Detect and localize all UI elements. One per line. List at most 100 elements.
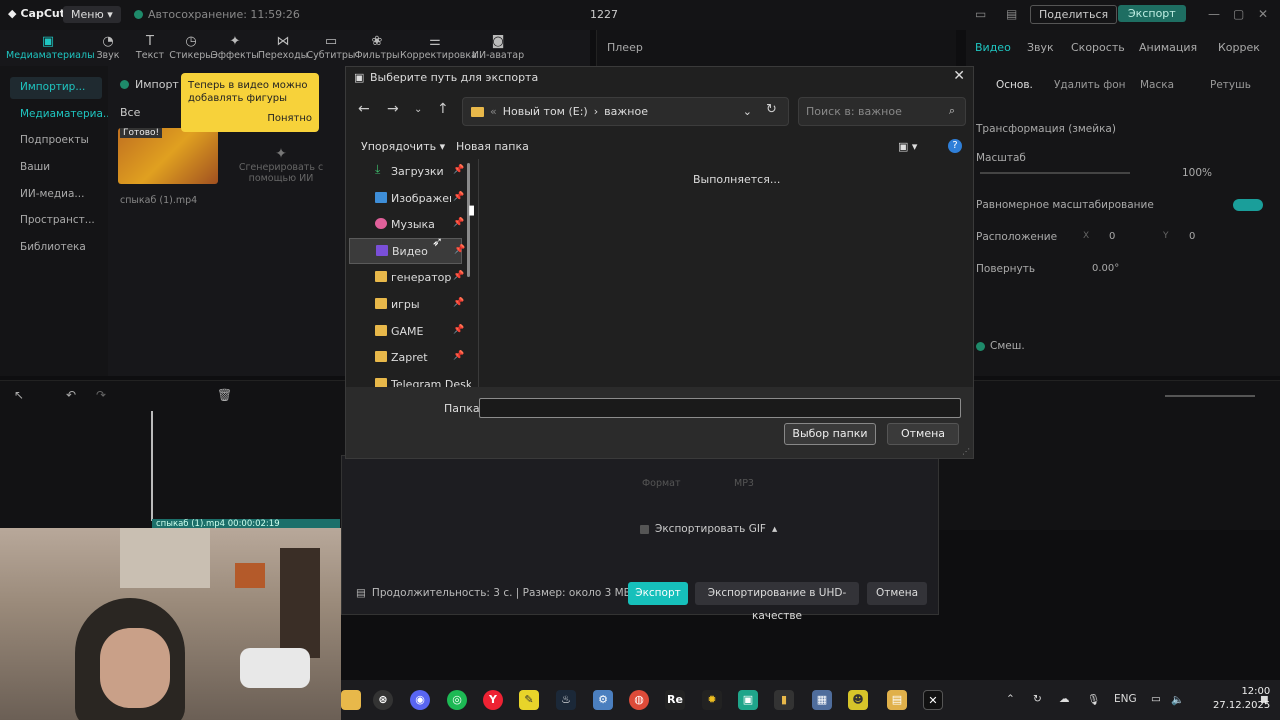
nav-ai-media[interactable]: ИИ-медиа... xyxy=(10,184,102,206)
export-uhd-button[interactable]: Экспортирование в UHD-качестве xyxy=(695,582,859,622)
export-confirm-button[interactable]: Экспорт xyxy=(628,582,688,605)
forward-icon[interactable]: → xyxy=(387,101,399,117)
path-root[interactable]: Новый том (E:) xyxy=(503,105,588,118)
pos-x-value[interactable]: 0 xyxy=(1109,231,1115,242)
folder-input[interactable] xyxy=(479,398,961,418)
steering-app-icon[interactable]: ⊛ xyxy=(373,690,393,710)
generate-ai-button[interactable]: ✦ Сгенерировать с помощью ИИ xyxy=(228,128,334,184)
tab-speed[interactable]: Скорость xyxy=(1071,41,1125,54)
back-icon[interactable]: ← xyxy=(358,101,370,117)
sidebar-item-video[interactable]: Видео 📌 xyxy=(349,238,465,264)
blend-row[interactable]: Смеш. xyxy=(976,340,1025,352)
format-select[interactable]: MP3 xyxy=(734,478,754,489)
sidebar-item-generator[interactable]: генератор п📌 xyxy=(349,265,464,291)
scale-slider[interactable] xyxy=(980,172,1130,174)
nav-scrollbar[interactable] xyxy=(467,163,470,277)
lock-app-icon[interactable]: ▮ xyxy=(774,690,794,710)
tray-cloud-icon[interactable]: ☁ xyxy=(1059,693,1070,705)
sidebar-item-games[interactable]: игры 📌 xyxy=(349,292,464,318)
tool-filters[interactable]: ❀ Фильтры xyxy=(349,34,405,61)
select-folder-button[interactable]: Выбор папки xyxy=(784,423,876,445)
help-icon[interactable]: ? xyxy=(948,139,962,153)
export-gif-row[interactable]: Экспортировать GIF ▴ xyxy=(640,523,777,535)
address-bar[interactable]: « Новый том (E:) › важное ⌄ xyxy=(462,97,789,126)
sidebar-item-zapret[interactable]: Zapret 📌 xyxy=(349,345,464,371)
view-options-icon[interactable]: ▣ ▾ xyxy=(898,140,917,153)
nav-spaces[interactable]: Пространст... xyxy=(10,210,102,232)
volume-icon[interactable]: 🔈 xyxy=(1171,693,1184,706)
layout-icon[interactable]: ▭ xyxy=(975,7,986,21)
rotate-value[interactable]: 0.00° xyxy=(1092,263,1119,274)
select-tool-icon[interactable]: ↖ xyxy=(14,388,24,402)
game-icon[interactable]: ☻ xyxy=(848,690,868,710)
gif-checkbox[interactable] xyxy=(640,524,649,534)
close-icon[interactable]: ✕ xyxy=(953,68,965,84)
close-window-icon[interactable]: ✕ xyxy=(1258,7,1268,21)
tool-ai-avatar[interactable]: ◙ ИИ-аватар xyxy=(470,34,526,61)
sidebar-item-music[interactable]: Музыка 📌 xyxy=(349,212,464,238)
tab-video[interactable]: Видео xyxy=(975,41,1011,54)
pane-divider[interactable] xyxy=(478,159,479,387)
explorer-icon[interactable] xyxy=(341,690,361,710)
import-tab[interactable]: Импорт xyxy=(120,78,179,91)
subtab-basic[interactable]: Основ. xyxy=(996,79,1033,91)
reaper-icon[interactable]: Re xyxy=(665,690,685,710)
share-button[interactable]: Поделиться xyxy=(1030,5,1118,24)
language-indicator[interactable]: ENG xyxy=(1114,693,1137,705)
pos-y-value[interactable]: 0 xyxy=(1189,231,1195,242)
network-icon[interactable]: ▭ xyxy=(1151,693,1161,705)
taskbar-clock[interactable]: 12:00 27.12.2025 xyxy=(1213,685,1270,713)
zoom-slider[interactable] xyxy=(1165,395,1255,397)
minimize-icon[interactable]: — xyxy=(1208,7,1220,21)
capcut-taskbar-icon[interactable]: ✕ xyxy=(923,690,943,710)
tray-sync-icon[interactable]: ↻ xyxy=(1033,693,1042,705)
tab-audio[interactable]: Звук xyxy=(1027,41,1054,54)
subtab-retouch[interactable]: Ретушь xyxy=(1210,79,1251,91)
chrome-icon[interactable]: ◍ xyxy=(629,690,649,710)
subtab-mask[interactable]: Маска xyxy=(1140,79,1174,91)
redo-icon[interactable]: ↷ xyxy=(96,388,106,402)
refresh-icon[interactable]: ↻ xyxy=(766,102,777,117)
tool-media[interactable]: ▣ Медиаматериалы xyxy=(6,34,95,61)
filter-all[interactable]: Все xyxy=(120,106,140,119)
notes-icon[interactable]: ▤ xyxy=(887,690,907,710)
undo-icon[interactable]: ↶ xyxy=(66,388,76,402)
keyboard-icon[interactable]: ▤ xyxy=(1006,7,1017,21)
winamp-icon[interactable]: ✹ xyxy=(702,690,722,710)
tab-correction[interactable]: Коррек xyxy=(1218,41,1260,54)
nav-yours[interactable]: Ваши xyxy=(10,157,102,179)
new-folder-button[interactable]: Новая папка xyxy=(456,140,529,153)
nav-media[interactable]: Медиаматериа... xyxy=(10,104,113,126)
uniform-scale-toggle[interactable] xyxy=(1233,199,1263,211)
maximize-icon[interactable]: ▢ xyxy=(1233,7,1244,21)
chevron-down-icon[interactable]: ⌄ xyxy=(743,105,752,118)
media-thumbnail[interactable]: Готово! xyxy=(118,128,218,184)
tool-adjust[interactable]: ⚌ Корректировка xyxy=(400,34,477,61)
nav-import[interactable]: Импортир... xyxy=(10,77,102,99)
export-button[interactable]: Экспорт xyxy=(1118,5,1186,22)
calculator-icon[interactable]: ▦ xyxy=(812,690,832,710)
nav-subprojects[interactable]: Подпроекты xyxy=(10,130,102,152)
tab-animation[interactable]: Анимация xyxy=(1139,41,1197,54)
steam-icon[interactable]: ♨ xyxy=(556,690,576,710)
sticky-app-icon[interactable]: ✎ xyxy=(519,690,539,710)
settings-icon[interactable]: ⚙ xyxy=(593,690,613,710)
delete-icon[interactable]: 🗑 xyxy=(217,388,232,402)
app-icon[interactable]: ▣ xyxy=(738,690,758,710)
up-icon[interactable]: ↑ xyxy=(437,101,449,117)
sidebar-item-pictures[interactable]: Изображения📌 xyxy=(349,186,464,212)
export-cancel-button[interactable]: Отмена xyxy=(867,582,927,605)
subtab-remove-bg[interactable]: Удалить фон xyxy=(1054,79,1126,91)
path-leaf[interactable]: важное xyxy=(604,105,648,118)
yandex-icon[interactable]: Y xyxy=(483,690,503,710)
tray-chevron-icon[interactable]: ⌃ xyxy=(1006,693,1015,705)
sidebar-item-game[interactable]: GAME 📌 xyxy=(349,319,464,345)
sidebar-item-telegram[interactable]: Telegram Deskt xyxy=(349,372,471,387)
tray-mic-icon[interactable]: 🎙 xyxy=(1087,693,1100,706)
tooltip-ok-button[interactable]: Понятно xyxy=(267,112,312,125)
cancel-button[interactable]: Отмена xyxy=(887,423,959,445)
discord-icon[interactable]: ◉ xyxy=(410,690,430,710)
search-input[interactable]: Поиск в: важное ⌕ xyxy=(798,97,966,126)
resize-grip-icon[interactable]: ⋰ xyxy=(962,447,970,456)
nav-library[interactable]: Библиотека xyxy=(10,237,102,259)
